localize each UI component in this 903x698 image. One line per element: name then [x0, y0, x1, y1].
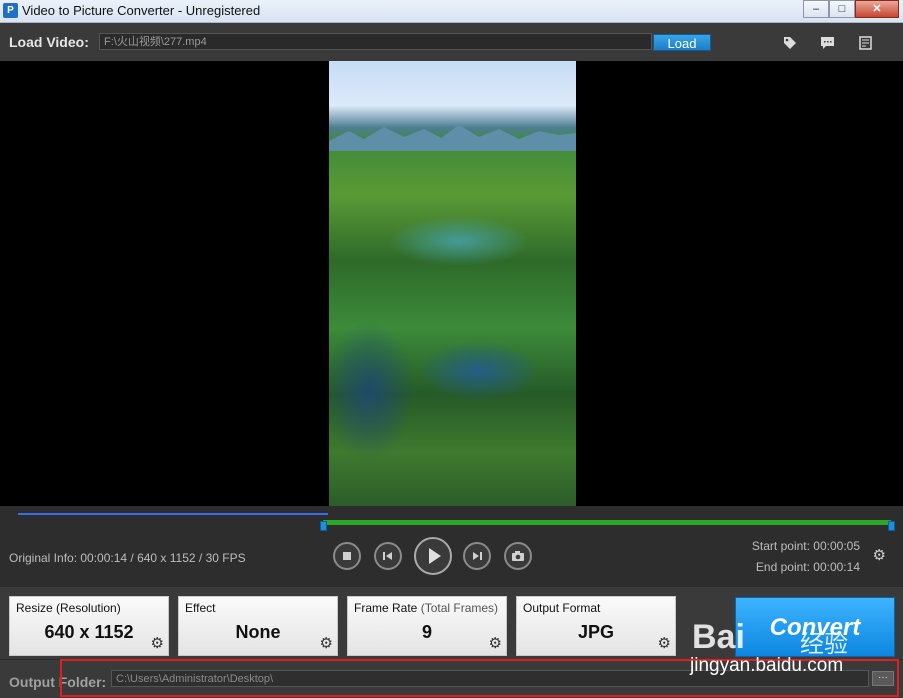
playback-progress-bar[interactable]	[18, 513, 328, 515]
load-button[interactable]: Load	[653, 34, 711, 51]
frame-rate-label-text: Frame Rate	[354, 601, 418, 615]
window-title: Video to Picture Converter - Unregistere…	[22, 3, 261, 18]
minimize-button[interactable]: –	[803, 0, 829, 18]
watermark-cn: 经验	[800, 630, 848, 658]
tag-icon[interactable]	[782, 36, 798, 50]
title-bar: P Video to Picture Converter - Unregiste…	[0, 0, 903, 23]
watermark-url: jingyan.baidu.com	[690, 655, 844, 676]
video-path-input[interactable]: F:\火山视频\277.mp4	[99, 33, 652, 50]
previous-frame-icon	[383, 552, 392, 560]
output-format-value: JPG	[577, 622, 615, 642]
snapshot-icon	[512, 551, 524, 561]
app-logo-icon: P	[3, 3, 18, 18]
output-format-label: Output Format	[523, 601, 601, 615]
frame-rate-label: Frame Rate (Total Frames)	[354, 601, 498, 615]
effect-settings-gear-icon[interactable]: ⚙	[320, 636, 333, 652]
stop-button[interactable]	[333, 542, 361, 570]
effect-value: None	[235, 622, 281, 642]
snapshot-button[interactable]	[504, 542, 532, 570]
baidu-watermark: Bai 经验 jingyan.baidu.com	[690, 610, 900, 680]
maximize-button[interactable]: □	[829, 0, 855, 18]
video-preview-area	[0, 61, 903, 506]
resize-settings-gear-icon[interactable]: ⚙	[151, 636, 164, 652]
comment-icon[interactable]	[819, 36, 835, 50]
resize-value: 640 x 1152	[44, 622, 134, 642]
start-marker-handle[interactable]	[320, 521, 327, 531]
frame-rate-value: 9	[421, 622, 432, 642]
notes-icon[interactable]	[858, 36, 874, 50]
video-frame-image	[329, 61, 576, 506]
effect-label: Effect	[185, 601, 216, 615]
next-frame-button[interactable]	[463, 542, 491, 570]
close-button[interactable]: ✕	[855, 0, 899, 18]
effect-panel[interactable]: Effect None ⚙	[178, 596, 338, 656]
frame-rate-settings-gear-icon[interactable]: ⚙	[489, 636, 502, 652]
frame-rate-panel[interactable]: Frame Rate (Total Frames) 9 ⚙	[347, 596, 507, 656]
load-video-label: Load Video:	[9, 34, 89, 50]
play-button[interactable]	[414, 537, 452, 575]
stop-icon	[343, 552, 351, 560]
clip-range-track[interactable]	[323, 520, 891, 525]
play-icon	[429, 548, 441, 564]
end-marker-handle[interactable]	[888, 521, 895, 531]
resize-label: Resize (Resolution)	[16, 601, 121, 615]
original-info: Original Info: 00:00:14 / 640 x 1152 / 3…	[9, 551, 246, 565]
mountain-silhouette	[329, 125, 576, 151]
watermark-brand: Bai	[692, 618, 745, 656]
timeline-panel: Original Info: 00:00:14 / 640 x 1152 / 3…	[0, 506, 903, 586]
previous-frame-button[interactable]	[374, 542, 402, 570]
timeline-settings-gear-icon[interactable]: ⚙	[873, 548, 886, 564]
next-frame-icon	[473, 552, 482, 560]
frame-rate-sublabel: (Total Frames)	[420, 601, 499, 615]
resize-panel[interactable]: Resize (Resolution) 640 x 1152 ⚙	[9, 596, 169, 656]
load-video-bar: Load Video: F:\火山视频\277.mp4 Load	[0, 23, 903, 62]
output-format-settings-gear-icon[interactable]: ⚙	[658, 636, 671, 652]
window-controls: – □ ✕	[803, 0, 899, 18]
start-point: Start point: 00:00:05	[751, 539, 860, 553]
end-point: End point: 00:00:14	[755, 560, 860, 574]
output-format-panel[interactable]: Output Format JPG ⚙	[516, 596, 676, 656]
